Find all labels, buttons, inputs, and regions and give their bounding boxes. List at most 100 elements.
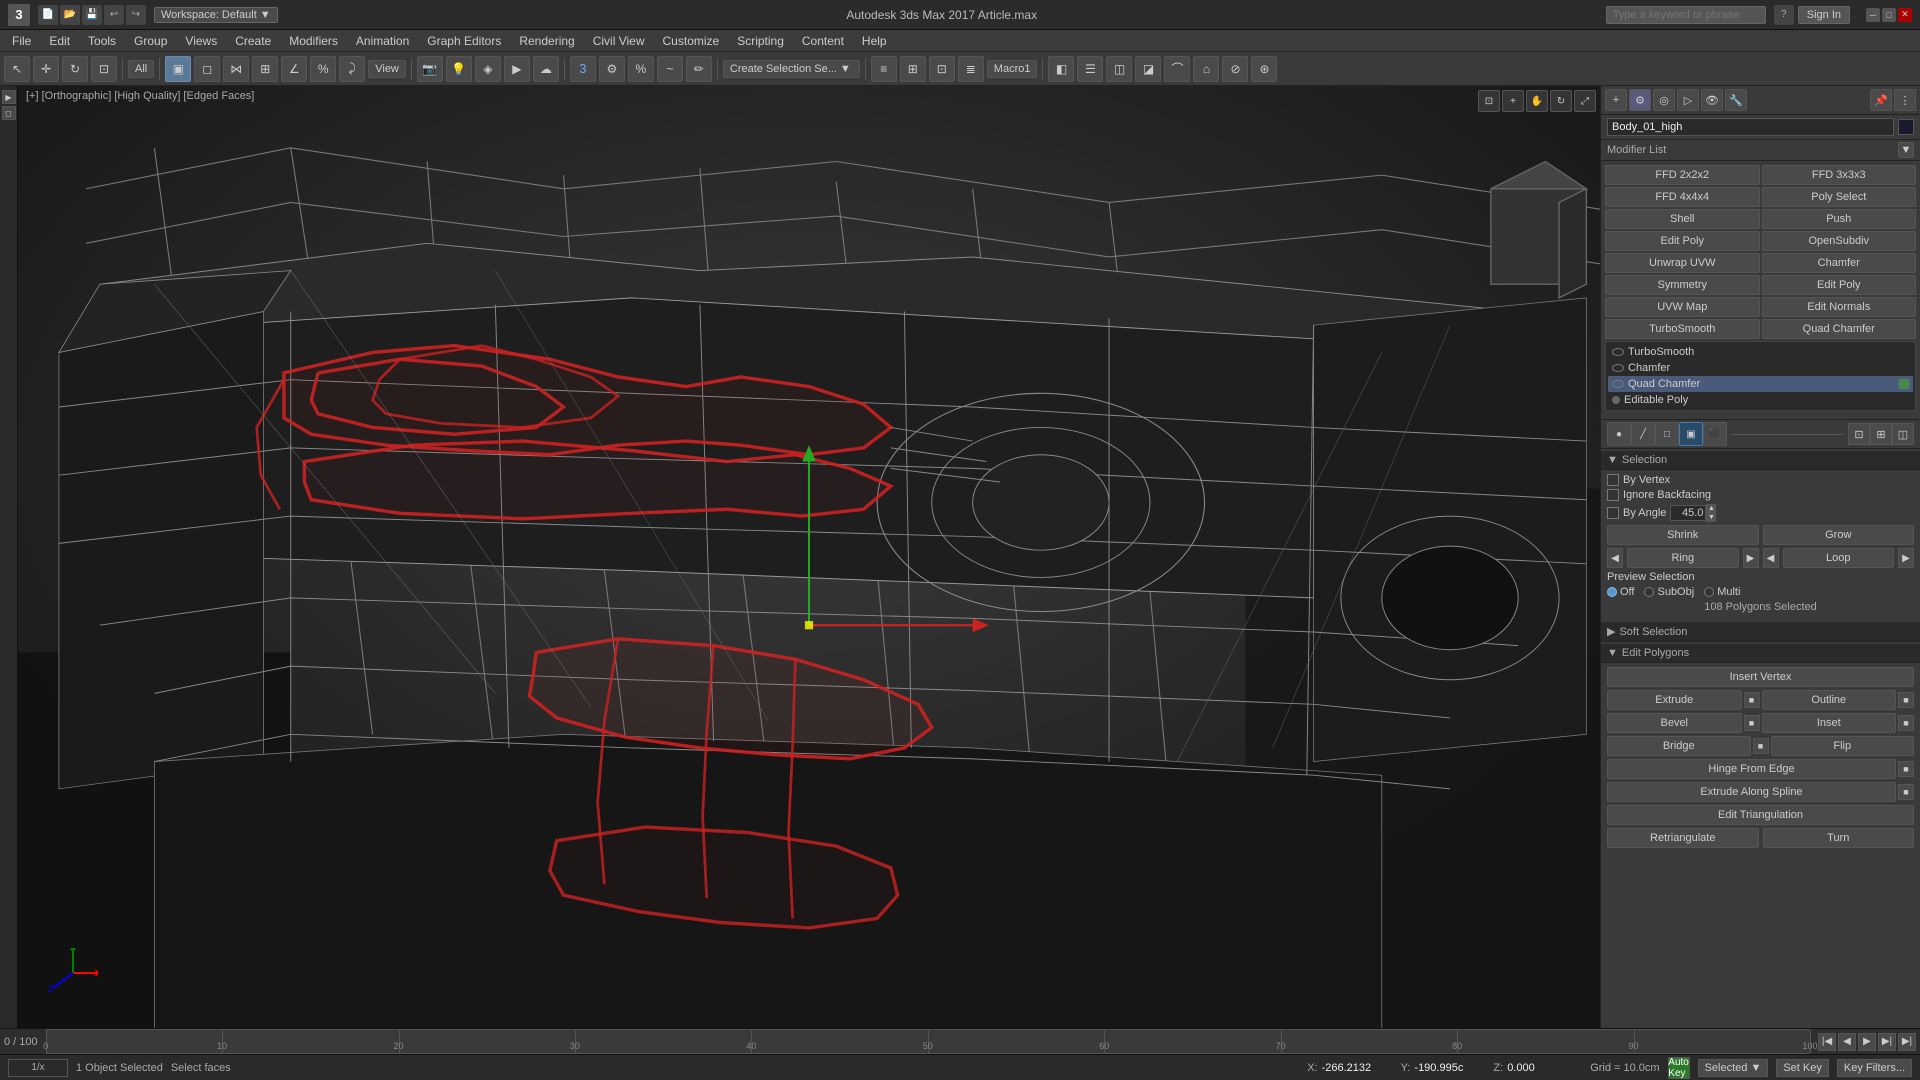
menu-item-customize[interactable]: Customize xyxy=(655,32,728,50)
ffd-2x2x2-btn[interactable]: FFD 2x2x2 xyxy=(1605,165,1760,185)
opensubdiv-btn[interactable]: OpenSubdiv xyxy=(1762,231,1917,251)
spinner-snap[interactable]: ⤸ xyxy=(339,56,365,82)
create-panel-icon[interactable]: + xyxy=(1605,89,1627,111)
sel-extra-2[interactable]: ⊞ xyxy=(1870,423,1892,445)
outline-button[interactable]: Outline xyxy=(1762,690,1897,710)
edit-poly-2-btn[interactable]: Edit Poly xyxy=(1762,275,1917,295)
percent-snap[interactable]: % xyxy=(310,56,336,82)
orbit-icon[interactable]: ↻ xyxy=(1550,90,1572,112)
tilde-btn[interactable]: ~ xyxy=(657,56,683,82)
go-start-btn[interactable]: |◀ xyxy=(1818,1033,1836,1051)
slate-btn[interactable]: ◪ xyxy=(1135,56,1161,82)
hierarchy-panel-icon[interactable]: ◎ xyxy=(1653,89,1675,111)
motion-btn[interactable]: ⌂ xyxy=(1193,56,1219,82)
edit-normals-btn[interactable]: Edit Normals xyxy=(1762,297,1917,317)
by-angle-up[interactable]: ▲ xyxy=(1706,504,1716,513)
table-icon[interactable]: ⊞ xyxy=(900,56,926,82)
loop-fwd-arrow[interactable]: ▶ xyxy=(1898,548,1914,568)
rotate-tool[interactable]: ↻ xyxy=(62,56,88,82)
asset-btn[interactable]: ◫ xyxy=(1106,56,1132,82)
prev-frame-btn[interactable]: ◀ xyxy=(1838,1033,1856,1051)
polygon-select-icon[interactable]: ▣ xyxy=(1679,422,1703,446)
bevel-button[interactable]: Bevel xyxy=(1607,713,1742,733)
maximize-button[interactable]: □ xyxy=(1882,8,1896,22)
bridge-button[interactable]: Bridge xyxy=(1607,736,1751,756)
open-file-icon[interactable]: 📂 xyxy=(60,5,80,25)
viewport[interactable]: [+] [Orthographic] [High Quality] [Edged… xyxy=(18,86,1600,1028)
ring-fwd-arrow[interactable]: ▶ xyxy=(1743,548,1759,568)
border-select-icon[interactable]: □ xyxy=(1655,422,1679,446)
display-panel-icon[interactable]: 👁 xyxy=(1701,89,1723,111)
ring-button[interactable]: Ring xyxy=(1627,548,1739,568)
quad-chamfer-btn[interactable]: Quad Chamfer xyxy=(1762,319,1917,339)
options-panel-icon[interactable]: ⋮ xyxy=(1894,89,1916,111)
strip-play-btn[interactable]: ▶ xyxy=(2,90,16,104)
object-color-swatch[interactable] xyxy=(1898,119,1914,135)
pan-icon[interactable]: ✋ xyxy=(1526,90,1548,112)
chamfer-stack-item[interactable]: Chamfer xyxy=(1608,360,1913,376)
extrude-button[interactable]: Extrude xyxy=(1607,690,1742,710)
by-angle-input[interactable] xyxy=(1670,505,1706,521)
menu-item-group[interactable]: Group xyxy=(126,32,175,50)
pin-panel-icon[interactable]: 📌 xyxy=(1870,89,1892,111)
extra-btn[interactable]: ⊛ xyxy=(1251,56,1277,82)
utilities-panel-icon[interactable]: 🔧 xyxy=(1725,89,1747,111)
zoom-extents-icon[interactable]: ⊡ xyxy=(1478,90,1500,112)
menu-item-create[interactable]: Create xyxy=(227,32,279,50)
all-selector[interactable]: All xyxy=(128,60,154,78)
visibility-icon[interactable] xyxy=(1612,380,1624,388)
insert-vertex-button[interactable]: Insert Vertex xyxy=(1607,667,1914,687)
multi-radio[interactable]: Multi xyxy=(1704,586,1740,598)
scale-tool[interactable]: ⊡ xyxy=(91,56,117,82)
new-file-icon[interactable]: 📄 xyxy=(38,5,58,25)
menu-item-content[interactable]: Content xyxy=(794,32,852,50)
selection-section-header[interactable]: ▼ Selection xyxy=(1601,451,1920,470)
turbosmooth-btn[interactable]: TurboSmooth xyxy=(1605,319,1760,339)
menu-item-tools[interactable]: Tools xyxy=(80,32,124,50)
modify-panel-icon[interactable]: ⚙ xyxy=(1629,89,1651,111)
by-vertex-checkbox[interactable] xyxy=(1607,474,1619,486)
create-selection-dropdown[interactable]: Create Selection Se... ▼ xyxy=(723,60,860,78)
snap-toggle[interactable]: ⊞ xyxy=(252,56,278,82)
selected-dropdown[interactable]: Selected ▼ xyxy=(1698,1059,1769,1077)
grid-icon[interactable]: ⊡ xyxy=(929,56,955,82)
outline-settings-btn[interactable]: ■ xyxy=(1898,692,1914,708)
status-mini-display[interactable]: 1/x xyxy=(8,1059,68,1077)
go-end-btn[interactable]: ▶| xyxy=(1898,1033,1916,1051)
autokey-button[interactable]: Auto Key xyxy=(1668,1057,1690,1079)
off-radio[interactable]: Off xyxy=(1607,586,1634,598)
help-icon[interactable]: ? xyxy=(1774,5,1794,25)
edge-select-icon[interactable]: ╱ xyxy=(1631,422,1655,446)
extrude-settings-btn[interactable]: ■ xyxy=(1744,692,1760,708)
close-button[interactable]: ✕ xyxy=(1898,8,1912,22)
object-name-input[interactable] xyxy=(1607,118,1894,136)
ignore-backfacing-checkbox[interactable] xyxy=(1607,489,1619,501)
select-tool[interactable]: ↖ xyxy=(4,56,30,82)
symmetry-btn[interactable]: Symmetry xyxy=(1605,275,1760,295)
push-btn[interactable]: Push xyxy=(1762,209,1917,229)
flip-button[interactable]: Flip xyxy=(1771,736,1915,756)
menu-item-file[interactable]: File xyxy=(4,32,39,50)
curve-btn[interactable]: ⌒ xyxy=(1164,56,1190,82)
poly-select-btn[interactable]: Poly Select xyxy=(1762,187,1917,207)
menu-item-modifiers[interactable]: Modifiers xyxy=(281,32,346,50)
save-file-icon[interactable]: 💾 xyxy=(82,5,102,25)
by-angle-checkbox[interactable] xyxy=(1607,507,1619,519)
extrude-along-spline-button[interactable]: Extrude Along Spline xyxy=(1607,782,1896,802)
scene-btn[interactable]: ☰ xyxy=(1077,56,1103,82)
editable-poly-stack-item[interactable]: Editable Poly xyxy=(1608,392,1913,408)
motion-panel-icon[interactable]: ▷ xyxy=(1677,89,1699,111)
menu-item-views[interactable]: Views xyxy=(177,32,225,50)
visibility-icon[interactable] xyxy=(1612,348,1624,356)
inset-settings-btn[interactable]: ■ xyxy=(1898,715,1914,731)
ring-back-arrow[interactable]: ◀ xyxy=(1607,548,1623,568)
strip-icon-1[interactable]: ◻ xyxy=(2,106,16,120)
select-filter-btn[interactable]: ▣ xyxy=(165,56,191,82)
menu-item-animation[interactable]: Animation xyxy=(348,32,417,50)
loop-back-arrow[interactable]: ◀ xyxy=(1763,548,1779,568)
snap-3d-btn[interactable]: ⋈ xyxy=(223,56,249,82)
modifier-list-dropdown[interactable]: ▼ xyxy=(1898,142,1914,158)
num3-btn[interactable]: 3 xyxy=(570,56,596,82)
signin-button[interactable]: Sign In xyxy=(1798,6,1850,24)
shrink-button[interactable]: Shrink xyxy=(1607,525,1759,545)
